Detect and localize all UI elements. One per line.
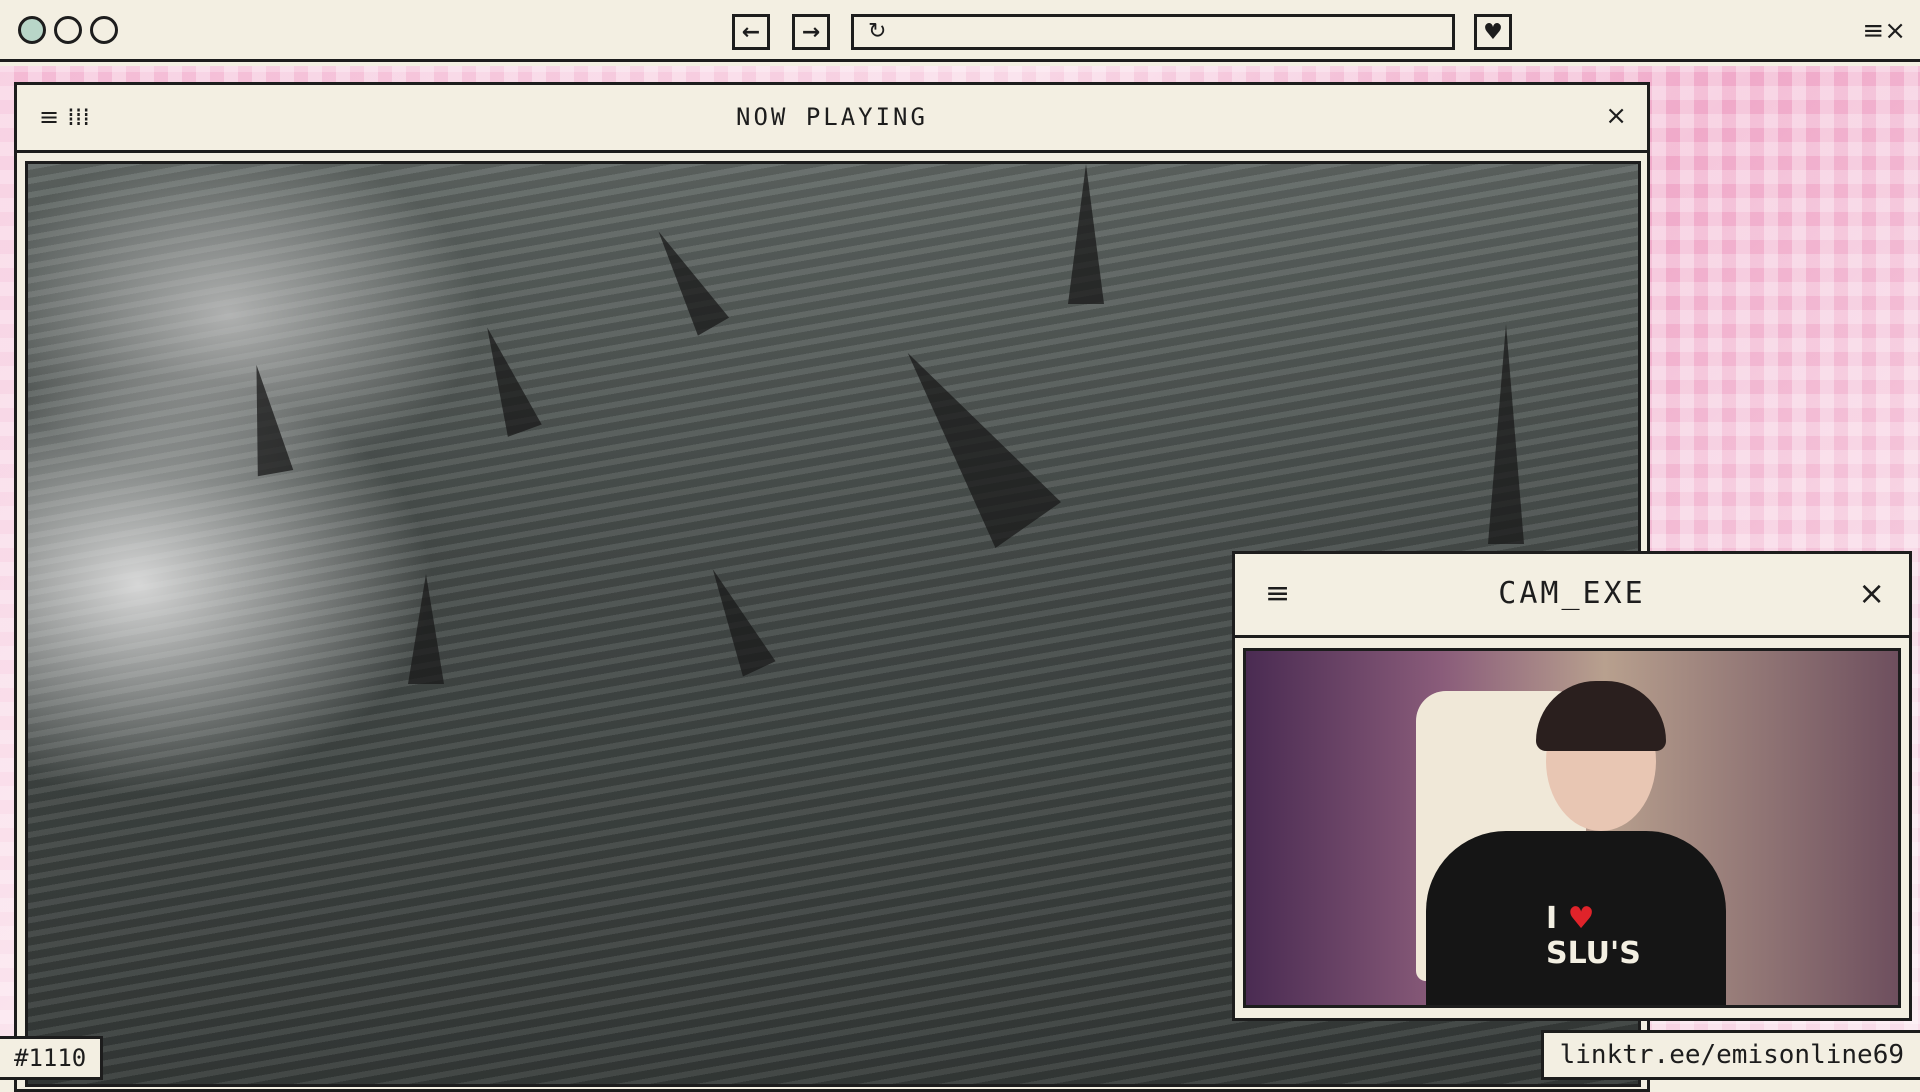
now-playing-title: NOW PLAYING [736,103,928,131]
shark-fin [238,361,294,477]
episode-number: #1110 [0,1036,104,1080]
shirt-print: I ♥ SLU'S [1546,901,1641,971]
heart-icon: ♥ [1567,901,1595,936]
shirt-text-line2: SLU'S [1546,936,1641,971]
address-bar[interactable]: ↻ [851,14,1455,50]
shark-fin [470,321,542,437]
reload-icon[interactable]: ↻ [868,19,886,44]
close-icon[interactable]: × [1858,574,1885,612]
webcam-feed: I ♥ SLU'S [1243,648,1901,1008]
favorite-button[interactable]: ♥ [1474,14,1512,50]
close-icon[interactable]: × [1605,101,1627,131]
heart-icon: ♥ [1483,19,1503,45]
forward-button[interactable]: → [792,14,830,50]
window-dot-2[interactable] [54,16,82,44]
shark-fin [408,574,444,684]
shark-fin [1068,164,1104,304]
cam-title: CAM_EXE [1498,576,1646,611]
shark-fin [875,330,1061,548]
arrow-left-icon: ← [741,19,761,45]
cam-window: ≡ CAM_EXE × I ♥ SLU'S [1232,551,1912,1021]
menu-close-icon[interactable]: ≡× [1862,14,1906,48]
shark-fin [1488,324,1524,544]
window-dot-1[interactable] [18,16,46,44]
link-label[interactable]: linktr.ee/emisonline69 [1540,1030,1920,1080]
browser-top-bar: ← → ↻ ♥ ≡× [0,0,1920,62]
back-button[interactable]: ← [732,14,770,50]
now-playing-titlebar: ≡ ⁞⁞⁞ NOW PLAYING × [17,85,1647,153]
arrow-right-icon: → [801,19,821,45]
window-dot-3[interactable] [90,16,118,44]
cam-titlebar: ≡ CAM_EXE × [1235,554,1909,638]
shark-fin [696,561,776,677]
shirt-text-line1: I [1546,901,1558,936]
shark-fin [642,222,730,336]
